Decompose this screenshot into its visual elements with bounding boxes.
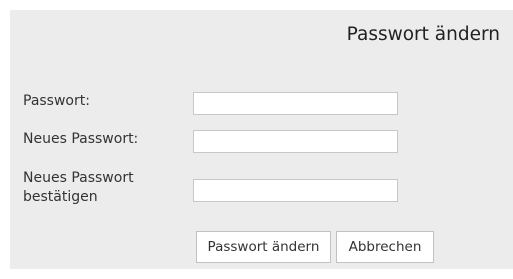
current-password-field[interactable]: [193, 92, 398, 115]
confirm-password-label: Neues Passwort bestätigen: [23, 169, 134, 207]
current-password-label: Passwort:: [23, 93, 90, 109]
confirm-password-field[interactable]: [193, 179, 398, 202]
change-password-button[interactable]: Passwort ändern: [196, 231, 331, 263]
confirm-password-label-line2: bestätigen: [23, 189, 98, 205]
change-password-panel: Passwort ändern Passwort: Neues Passwort…: [10, 10, 513, 269]
new-password-field[interactable]: [193, 130, 398, 153]
new-password-label: Neues Passwort:: [23, 131, 139, 147]
page-title: Passwort ändern: [346, 24, 500, 45]
confirm-password-label-line1: Neues Passwort: [23, 170, 134, 186]
cancel-button[interactable]: Abbrechen: [336, 231, 434, 263]
